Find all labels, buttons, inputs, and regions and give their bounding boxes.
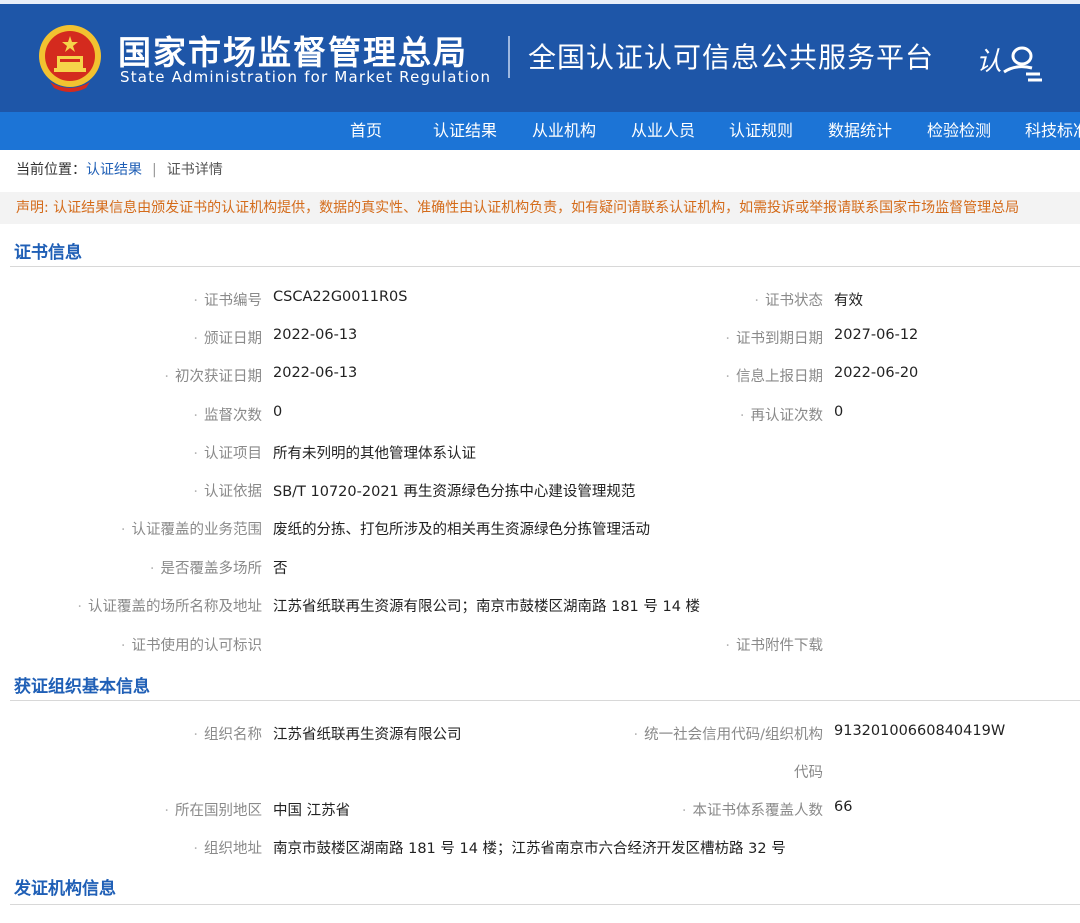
section-title-cert-info: 证书信息 [14,243,82,263]
label-people-count: · 本证书体系覆盖人数 [681,803,823,819]
value-org-address: 南京市鼓楼区湖南路 181 号 14 楼；江苏省南京市六合经济开发区槽枋路 32… [273,841,786,857]
value-site-address: 江苏省纸联再生资源有限公司；南京市鼓楼区湖南路 181 号 14 楼 [273,599,701,615]
label-business-scope: · 认证覆盖的业务范围 [120,522,262,538]
label-report-date: · 信息上报日期 [725,369,823,385]
breadcrumb-link-cert-results[interactable]: 认证结果 [86,162,142,178]
site-header: 国家市场监督管理总局 State Administration for Mark… [0,0,1080,112]
nav-item-standards[interactable]: 科技标准 [1025,112,1080,150]
value-region: 中国 江苏省 [273,803,351,819]
nav-item-cert-results[interactable]: 认证结果 [433,112,497,150]
label-region: · 所在国别地区 [164,803,262,819]
disclaimer-notice: 声明: 认证结果信息由颁发证书的认证机构提供，数据的真实性、准确性由认证机构负责… [0,192,1080,224]
section-title-org-info: 获证组织基本信息 [14,677,150,697]
section-divider [10,266,1080,267]
label-org-address: · 组织地址 [193,841,262,857]
agency-name-en: State Administration for Market Regulati… [120,68,492,86]
platform-title: 全国认证认可信息公共服务平台 [528,41,935,74]
logo-char: 认 [976,47,1002,77]
label-recert-count: · 再认证次数 [739,408,823,424]
section-divider [10,904,1080,905]
label-cert-project: · 认证项目 [193,446,262,462]
label-accreditation-mark: · 证书使用的认可标识 [120,638,262,654]
value-people-count: 66 [834,799,853,815]
section-title-issuer-info: 发证机构信息 [14,879,116,899]
label-first-date: · 初次获证日期 [164,369,262,385]
header-divider [508,36,510,78]
label-expire-date: · 证书到期日期 [725,331,823,347]
value-cert-basis: SB/T 10720-2021 再生资源绿色分拣中心建设管理规范 [273,484,636,500]
nav-item-home[interactable]: 首页 [350,112,382,150]
label-supervise-count: · 监督次数 [193,408,262,424]
nav-item-agencies[interactable]: 从业机构 [532,112,596,150]
main-nav: 首页 认证结果 从业机构 从业人员 认证规则 数据统计 检验检测 科技标准 [0,112,1080,150]
label-cert-status: · 证书状态 [754,293,823,309]
breadcrumb-separator: | [152,162,157,178]
value-expire-date: 2027-06-12 [834,327,919,343]
label-org-name: · 组织名称 [193,727,262,743]
value-report-date: 2022-06-20 [834,365,919,381]
value-first-date: 2022-06-13 [273,365,358,381]
breadcrumb: 当前位置：认证结果 | 证书详情 [16,158,223,182]
value-supervise-count: 0 [273,404,283,420]
label-cert-basis: · 认证依据 [193,484,262,500]
header-top-band [0,0,1080,4]
label-attachment-download[interactable]: · 证书附件下载 [725,634,823,655]
value-cert-number: CSCA22G0011R0S [273,289,408,305]
value-cert-status: 有效 [834,293,863,309]
label-site-address: · 认证覆盖的场所名称及地址 [77,599,262,615]
agency-name-cn: 国家市场监督管理总局 [118,33,468,72]
value-cert-project: 所有未列明的其他管理体系认证 [273,446,476,462]
label-multi-site: · 是否覆盖多场所 [149,561,262,577]
value-recert-count: 0 [834,404,844,420]
label-cert-number: · 证书编号 [193,293,262,309]
nav-item-testing[interactable]: 检验检测 [927,112,991,150]
value-multi-site: 否 [273,561,288,577]
national-emblem-icon [39,25,101,92]
breadcrumb-prefix: 当前位置： [16,162,86,178]
renke-logo-icon: 认 [976,46,1042,82]
value-credit-code: 91320100660840419W [834,723,1006,739]
nav-item-personnel[interactable]: 从业人员 [631,112,695,150]
label-issue-date: · 颁证日期 [193,331,262,347]
value-org-name: 江苏省纸联再生资源有限公司 [273,727,462,743]
label-credit-code-cont: 代码 [794,765,823,781]
nav-item-statistics[interactable]: 数据统计 [828,112,892,150]
label-credit-code: · 统一社会信用代码/组织机构 [633,727,824,743]
value-issue-date: 2022-06-13 [273,327,358,343]
nav-item-rules[interactable]: 认证规则 [729,112,793,150]
section-divider [10,700,1080,701]
value-business-scope: 废纸的分拣、打包所涉及的相关再生资源绿色分拣管理活动 [273,522,650,538]
breadcrumb-current: 证书详情 [166,162,223,178]
